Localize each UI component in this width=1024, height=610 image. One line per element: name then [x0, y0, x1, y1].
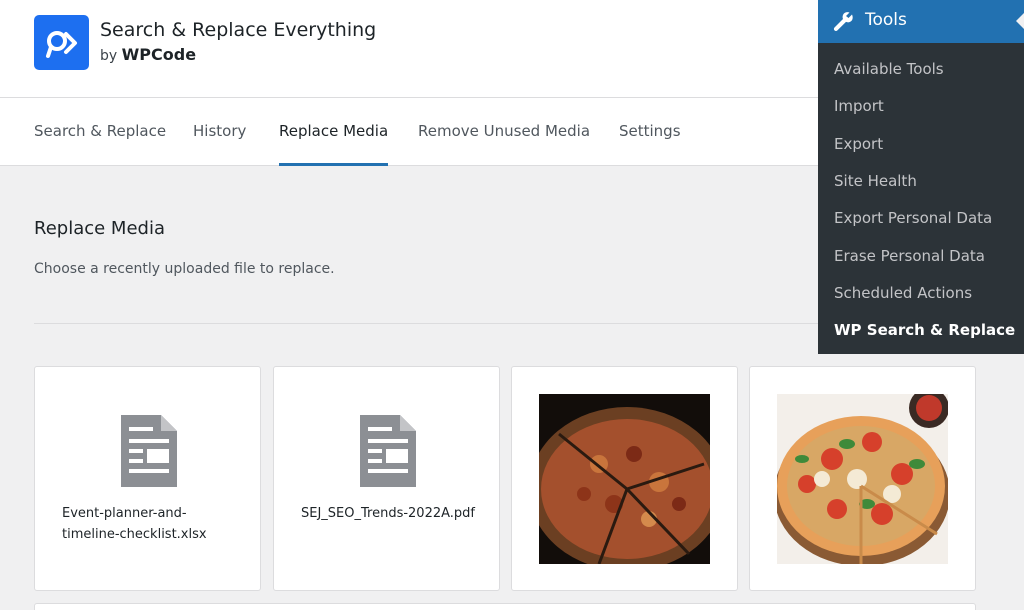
- tab-settings[interactable]: Settings: [619, 98, 681, 166]
- byline-brand: WPCode: [121, 45, 197, 64]
- menu-item-import[interactable]: Import: [834, 97, 884, 115]
- search-replace-logo-icon: [45, 30, 77, 58]
- menu-item-scheduled-actions[interactable]: Scheduled Actions: [834, 284, 972, 302]
- document-icon: [121, 415, 177, 487]
- plugin-logo: [34, 15, 89, 70]
- tab-replace-media[interactable]: Replace Media: [279, 98, 389, 166]
- menu-tools-label: Tools: [865, 10, 907, 30]
- media-card-pdf[interactable]: SEJ_SEO_Trends-2022A.pdf: [273, 366, 500, 591]
- menu-item-wp-search-replace[interactable]: WP Search & Replace: [834, 321, 1015, 339]
- media-card-row-2[interactable]: [34, 603, 976, 610]
- media-card-xlsx[interactable]: Event-planner-and-timeline-checklist.xls…: [34, 366, 261, 591]
- menu-item-export[interactable]: Export: [834, 135, 883, 153]
- menu-item-erase-personal-data[interactable]: Erase Personal Data: [834, 247, 985, 265]
- media-filename: Event-planner-and-timeline-checklist.xls…: [62, 506, 207, 542]
- media-card-image-1[interactable]: [511, 366, 738, 591]
- tab-history[interactable]: History: [193, 98, 246, 166]
- tools-submenu: Tools Available Tools Import Export Site…: [818, 0, 1024, 354]
- byline-prefix: by: [100, 48, 118, 64]
- menu-current-indicator: [1016, 13, 1024, 29]
- menu-tools-header[interactable]: Tools: [818, 0, 1024, 43]
- pizza-image: [539, 394, 710, 564]
- menu-item-site-health[interactable]: Site Health: [834, 172, 917, 190]
- document-icon: [360, 415, 416, 487]
- menu-item-available-tools[interactable]: Available Tools: [834, 60, 944, 78]
- plugin-title: Search & Replace Everything: [100, 19, 377, 41]
- page-title: Replace Media: [34, 218, 165, 239]
- media-filename: SEJ_SEO_Trends-2022A.pdf: [301, 506, 476, 521]
- pizza-image: [777, 394, 948, 564]
- plugin-byline: by WPCode: [100, 45, 196, 64]
- tab-remove-unused-media[interactable]: Remove Unused Media: [418, 98, 590, 166]
- page-description: Choose a recently uploaded file to repla…: [34, 261, 335, 277]
- tab-search-replace[interactable]: Search & Replace: [34, 98, 166, 166]
- menu-item-export-personal-data[interactable]: Export Personal Data: [834, 209, 992, 227]
- wrench-icon: [833, 12, 853, 31]
- media-card-image-2[interactable]: [749, 366, 976, 591]
